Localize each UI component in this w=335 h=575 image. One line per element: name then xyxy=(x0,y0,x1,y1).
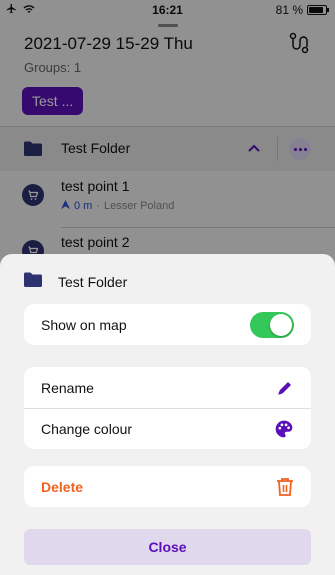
delete-label: Delete xyxy=(41,478,84,495)
show-on-map-toggle[interactable] xyxy=(250,311,294,338)
rename-label: Rename xyxy=(41,379,94,396)
palette-icon xyxy=(274,419,294,439)
edit-actions-card: Rename Change colour xyxy=(24,367,311,449)
change-colour-label: Change colour xyxy=(41,421,133,437)
sheet-header: Test Folder xyxy=(24,272,127,292)
trash-icon xyxy=(276,477,294,497)
folder-icon xyxy=(24,272,42,292)
show-on-map-card: Show on map xyxy=(24,304,311,345)
show-on-map-row[interactable]: Show on map xyxy=(24,304,311,345)
rename-row[interactable]: Rename xyxy=(24,367,311,408)
delete-row[interactable]: Delete xyxy=(24,466,311,507)
folder-actions-sheet: Test Folder Show on map Rename Change co… xyxy=(0,254,335,575)
sheet-title: Test Folder xyxy=(58,274,128,290)
change-colour-row[interactable]: Change colour xyxy=(24,408,311,449)
pencil-icon xyxy=(276,379,294,397)
show-on-map-label: Show on map xyxy=(41,316,127,333)
delete-card: Delete xyxy=(24,466,311,507)
close-button[interactable]: Close xyxy=(24,529,311,565)
toggle-container xyxy=(250,311,294,338)
